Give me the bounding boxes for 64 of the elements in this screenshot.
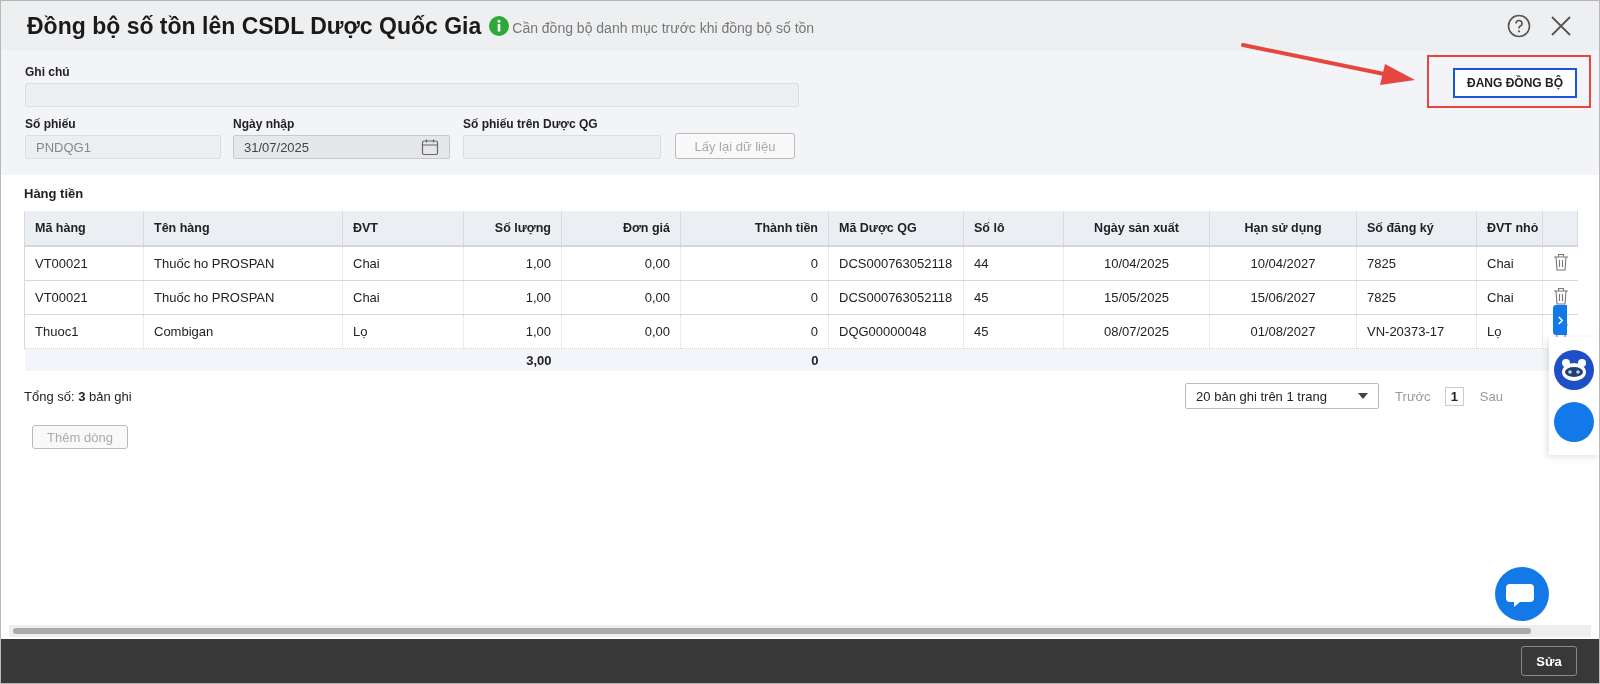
circle-button-icon[interactable] xyxy=(1554,402,1594,443)
info-icon xyxy=(489,16,510,36)
column-header: Đơn giá xyxy=(561,211,681,246)
section-title: Hàng tiền xyxy=(24,186,85,201)
page-size-dropdown[interactable]: 20 bản ghi trên 1 trang xyxy=(1185,383,1380,409)
table-cell: Lọ xyxy=(342,314,464,349)
table-cell: 15/06/2027 xyxy=(1209,280,1357,315)
column-header: ĐVT nhỏ xyxy=(1476,211,1543,246)
help-icon[interactable] xyxy=(1507,14,1531,38)
chevron-icon xyxy=(1556,315,1564,325)
field-label: Ngày nhập xyxy=(233,117,296,133)
window-title: Đồng bộ số tồn lên CSDL Dược Quốc Gia xyxy=(27,12,482,40)
column-header: Số đăng ký xyxy=(1356,211,1477,246)
column-header: Tên hàng xyxy=(143,211,343,246)
table-cell: 1,00 xyxy=(463,280,562,315)
robot-avatar-icon[interactable] xyxy=(1554,349,1594,390)
table-cell: Chai xyxy=(342,280,464,315)
column-header: Số lượng xyxy=(463,211,562,246)
chat-bubble-icon[interactable] xyxy=(1495,567,1549,621)
table-cell: DCS000763052118 xyxy=(828,280,964,315)
trash-icon[interactable] xyxy=(1553,287,1569,305)
table-cell: 0,00 xyxy=(561,314,681,349)
close-icon[interactable] xyxy=(1549,14,1573,38)
table-cell: 0 xyxy=(680,280,829,315)
field-label: Số phiếu xyxy=(25,117,77,133)
column-header: Thành tiền xyxy=(680,211,829,246)
table-cell: VN-20373-17 xyxy=(1356,314,1477,349)
table-cell: Lọ xyxy=(1476,314,1543,349)
table-cell: Chai xyxy=(1476,280,1543,315)
table-cell: 45 xyxy=(963,280,1064,315)
table-cell: 01/08/2027 xyxy=(1209,314,1357,349)
record-count: Tổng số: 3 bản ghi xyxy=(24,388,132,404)
table-cell: Thuốc ho PROSPAN xyxy=(143,280,343,315)
column-header: ĐVT xyxy=(342,211,464,246)
column-header: Mã Dược QG xyxy=(828,211,964,246)
trash-icon[interactable] xyxy=(1553,253,1569,271)
table-cell: 45 xyxy=(963,314,1064,349)
edit-button[interactable]: Sửa xyxy=(1521,646,1577,676)
table-cell: 15/05/2025 xyxy=(1063,280,1210,315)
column-header: Số lô xyxy=(963,211,1064,246)
table-cell: VT00021 xyxy=(24,246,144,281)
field-label: Số phiếu trên Dược QG xyxy=(463,117,599,133)
table-cell: 08/07/2025 xyxy=(1063,314,1210,349)
table-cell: 0 xyxy=(680,314,829,349)
column-header: Ngày sản xuất xyxy=(1063,211,1210,246)
table-cell: 0,00 xyxy=(561,280,681,315)
side-panel-tab[interactable] xyxy=(1553,305,1567,335)
page-number[interactable]: 1 xyxy=(1444,386,1464,406)
table-cell: Combigan xyxy=(143,314,343,349)
column-header: Hạn sử dụng xyxy=(1209,211,1357,246)
horizontal-scrollbar[interactable] xyxy=(9,625,1591,637)
table-cell: 1,00 xyxy=(463,314,562,349)
column-header: Mã hàng xyxy=(24,211,144,246)
field-label: Ghi chú xyxy=(25,65,71,81)
sync-button[interactable]: ĐANG ĐỒNG BỘ xyxy=(1453,68,1577,98)
table-cell: VT00021 xyxy=(24,280,144,315)
calendar-icon[interactable] xyxy=(421,138,439,156)
window-hint: Cần đồng bộ danh mục trước khi đồng bộ số tồn xyxy=(512,20,815,36)
table-cell: DQG00000048 xyxy=(828,314,964,349)
table-cell: 7825 xyxy=(1356,280,1477,315)
date-field[interactable]: 31/07/2025 xyxy=(233,135,450,159)
table-cell: Thuoc1 xyxy=(24,314,144,349)
total-cell: 0 xyxy=(680,348,829,371)
caret-icon xyxy=(1358,393,1369,399)
